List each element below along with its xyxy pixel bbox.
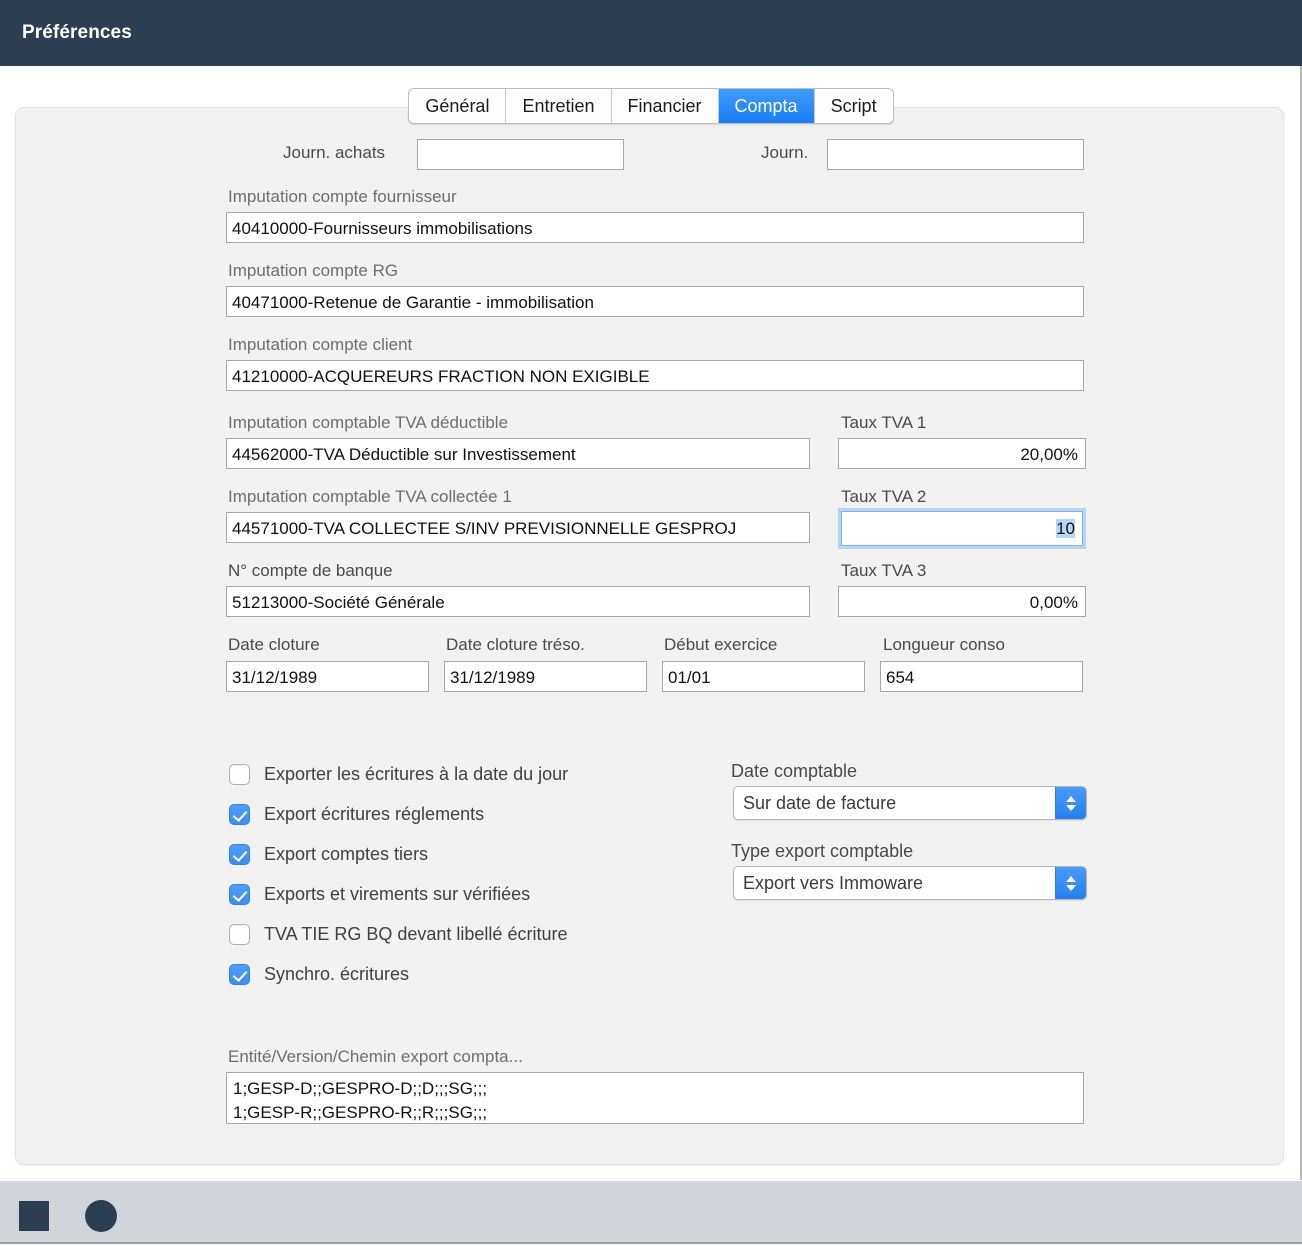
date-comptable-label: Date comptable — [731, 761, 858, 781]
export-path-textarea[interactable]: 1;GESP-D;;GESPRO-D;;D;;;SG;;; 1;GESP-R;;… — [226, 1072, 1084, 1124]
checkbox-label: Exports et virements sur vérifiées — [264, 883, 531, 904]
compte-banque-label: N° compte de banque — [228, 561, 393, 580]
stop-square-icon[interactable] — [19, 1201, 49, 1231]
tab-general[interactable]: Général — [409, 89, 507, 123]
checkbox-checked-icon[interactable] — [229, 843, 250, 865]
checkbox-label: Synchro. écritures — [264, 963, 410, 984]
preferences-panel — [15, 107, 1284, 1165]
journ-input[interactable] — [827, 139, 1084, 170]
checkbox-unchecked-icon[interactable] — [229, 763, 250, 785]
taux-tva2-input[interactable]: 10 — [838, 508, 1086, 549]
compte-banque-input[interactable]: 51213000-Société Générale — [226, 586, 810, 617]
checkbox-label: Exporter les écritures à la date du jour — [264, 763, 569, 784]
imputation-rg-label: Imputation compte RG — [228, 261, 399, 280]
date-comptable-select[interactable]: Sur date de facture — [733, 786, 1087, 820]
checkbox-label: Export écritures réglements — [264, 803, 485, 824]
debut-exercice-input[interactable]: 01/01 — [662, 661, 865, 692]
export-path-label: Entité/Version/Chemin export compta... — [228, 1047, 523, 1066]
chevron-up-down-icon[interactable] — [1055, 787, 1086, 819]
tva-collectee-input[interactable]: 44571000-TVA COLLECTEE S/INV PREVISIONNE… — [226, 512, 810, 543]
taux-tva3-input[interactable]: 0,00% — [838, 586, 1086, 617]
tab-financier[interactable]: Financier — [611, 89, 719, 123]
checkbox-row-export-comptes-tiers[interactable]: Export comptes tiers — [229, 841, 428, 867]
imputation-rg-input[interactable]: 40471000-Retenue de Garantie - immobilis… — [226, 286, 1084, 317]
tab-bar: Général Entretien Financier Compta Scrip… — [0, 88, 1302, 124]
date-cloture-input[interactable]: 31/12/1989 — [226, 661, 429, 692]
tab-group: Général Entretien Financier Compta Scrip… — [408, 88, 894, 124]
imputation-client-input[interactable]: 41210000-ACQUEREURS FRACTION NON EXIGIBL… — [226, 360, 1084, 391]
taux-tva2-label: Taux TVA 2 — [841, 487, 927, 506]
checkbox-row-tva-tie-rg-bq[interactable]: TVA TIE RG BQ devant libellé écriture — [229, 921, 567, 947]
checkbox-unchecked-icon[interactable] — [229, 923, 250, 945]
date-cloture-treso-label: Date cloture tréso. — [446, 635, 585, 654]
checkbox-row-exporter-ecritures-date-jour[interactable]: Exporter les écritures à la date du jour — [229, 761, 568, 787]
checkbox-row-export-ecritures-reglements[interactable]: Export écritures réglements — [229, 801, 484, 827]
checkbox-checked-icon[interactable] — [229, 803, 250, 825]
imputation-fournisseur-input[interactable]: 40410000-Fournisseurs immobilisations — [226, 212, 1084, 243]
taux-tva2-selected-text: 10 — [1056, 519, 1075, 538]
longueur-conso-input[interactable]: 654 — [880, 661, 1083, 692]
tab-compta[interactable]: Compta — [718, 89, 815, 123]
tva-collectee-label: Imputation comptable TVA collectée 1 — [228, 487, 512, 506]
bottom-toolbar — [0, 1180, 1302, 1244]
tva-deductible-label: Imputation comptable TVA déductible — [228, 413, 509, 432]
imputation-fournisseur-label: Imputation compte fournisseur — [228, 187, 457, 206]
type-export-comptable-value: Export vers Immoware — [743, 872, 924, 893]
type-export-comptable-select[interactable]: Export vers Immoware — [733, 866, 1087, 900]
imputation-client-label: Imputation compte client — [228, 335, 413, 354]
date-cloture-treso-input[interactable]: 31/12/1989 — [444, 661, 647, 692]
taux-tva1-input[interactable]: 20,00% — [838, 438, 1086, 469]
journ-achats-input[interactable] — [417, 139, 624, 170]
checkbox-checked-icon[interactable] — [229, 883, 250, 905]
checkbox-label: Export comptes tiers — [264, 843, 429, 864]
journ-achats-label: Journ. achats — [283, 143, 386, 162]
checkbox-row-synchro-ecritures[interactable]: Synchro. écritures — [229, 961, 409, 987]
date-comptable-value: Sur date de facture — [743, 792, 897, 813]
taux-tva1-label: Taux TVA 1 — [841, 413, 927, 432]
debut-exercice-label: Début exercice — [664, 635, 778, 654]
tab-script[interactable]: Script — [814, 89, 893, 123]
journ-label: Journ. — [761, 143, 809, 162]
tva-deductible-input[interactable]: 44562000-TVA Déductible sur Investisseme… — [226, 438, 810, 469]
date-cloture-label: Date cloture — [228, 635, 320, 654]
window-titlebar: Préférences — [0, 0, 1302, 66]
longueur-conso-label: Longueur conso — [883, 635, 1005, 654]
chevron-up-down-icon[interactable] — [1055, 867, 1086, 899]
checkbox-label: TVA TIE RG BQ devant libellé écriture — [264, 923, 568, 944]
taux-tva3-label: Taux TVA 3 — [841, 561, 927, 580]
record-circle-icon[interactable] — [85, 1200, 117, 1232]
tab-entretien[interactable]: Entretien — [506, 89, 612, 123]
checkbox-row-exports-virements-verifiees[interactable]: Exports et virements sur vérifiées — [229, 881, 530, 907]
type-export-comptable-label: Type export comptable — [731, 841, 914, 861]
window-title: Préférences — [22, 22, 132, 43]
checkbox-checked-icon[interactable] — [229, 963, 250, 985]
